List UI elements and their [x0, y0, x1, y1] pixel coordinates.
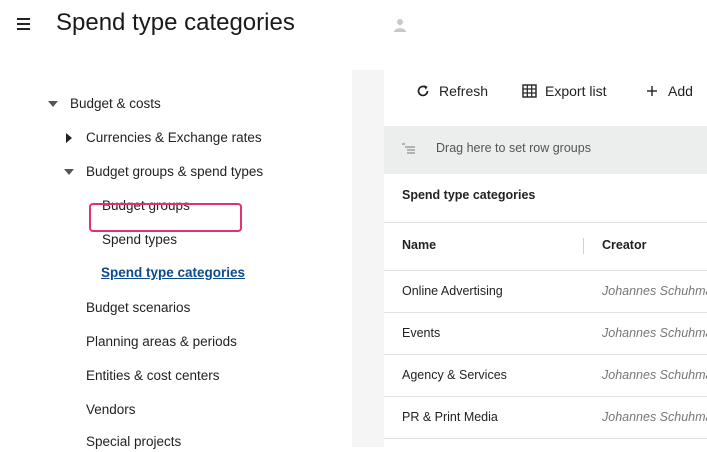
- cell-creator: Johannes Schuhmann: [602, 410, 707, 424]
- page-title: Spend type categories: [56, 9, 295, 36]
- cell-name: Events: [402, 326, 441, 340]
- caret-down-icon[interactable]: [64, 169, 74, 175]
- tree-item-entities-cost-centers[interactable]: Entities & cost centers: [86, 366, 220, 386]
- hamburger-menu-icon[interactable]: [17, 18, 30, 30]
- column-header-name[interactable]: Name: [402, 238, 436, 252]
- refresh-button[interactable]: Refresh: [416, 80, 496, 102]
- row-group-icon: [402, 143, 415, 154]
- row-divider: [384, 312, 707, 313]
- selected-item-highlight: [89, 203, 242, 232]
- main-panel: Refresh Export list Add Drag here to set…: [384, 52, 707, 447]
- plus-icon: [647, 86, 657, 96]
- column-header-creator[interactable]: Creator: [602, 238, 646, 252]
- grid-divider: [384, 270, 707, 271]
- export-list-button[interactable]: Export list: [522, 80, 617, 102]
- group-bar-hint: Drag here to set row groups: [436, 141, 591, 155]
- caret-down-icon[interactable]: [48, 101, 58, 107]
- tree-item-spend-type-categories[interactable]: Spend type categories: [101, 263, 245, 283]
- grid-divider: [384, 222, 707, 223]
- cell-creator: Johannes Schuhmann: [602, 368, 707, 382]
- row-divider: [384, 354, 707, 355]
- add-button[interactable]: Add: [646, 80, 701, 102]
- cell-name: Agency & Services: [402, 368, 507, 382]
- app-header: Spend type categories: [0, 0, 707, 52]
- caret-right-icon[interactable]: [66, 133, 72, 143]
- tree-item-budget-scenarios[interactable]: Budget scenarios: [86, 298, 190, 318]
- user-icon[interactable]: [394, 18, 406, 32]
- table-grid-icon: [522, 84, 537, 98]
- tree-item-special-projects[interactable]: Special projects: [86, 432, 181, 452]
- tree-item-planning-areas[interactable]: Planning areas & periods: [86, 332, 237, 352]
- row-divider: [384, 396, 707, 397]
- tree-item-spend-types[interactable]: Spend types: [102, 230, 177, 250]
- refresh-icon: [417, 85, 429, 97]
- cell-name: PR & Print Media: [402, 410, 498, 424]
- cell-creator: Johannes Schuhmann: [602, 284, 707, 298]
- panel-gutter: [352, 70, 384, 447]
- grid-title: Spend type categories: [402, 188, 536, 202]
- cell-creator: Johannes Schuhmann: [602, 326, 707, 340]
- row-group-drop-zone[interactable]: Drag here to set row groups: [384, 126, 707, 174]
- tree-item-vendors[interactable]: Vendors: [86, 400, 136, 420]
- cell-name: Online Advertising: [402, 284, 503, 298]
- column-resize-handle[interactable]: [583, 238, 584, 254]
- row-divider: [384, 438, 707, 439]
